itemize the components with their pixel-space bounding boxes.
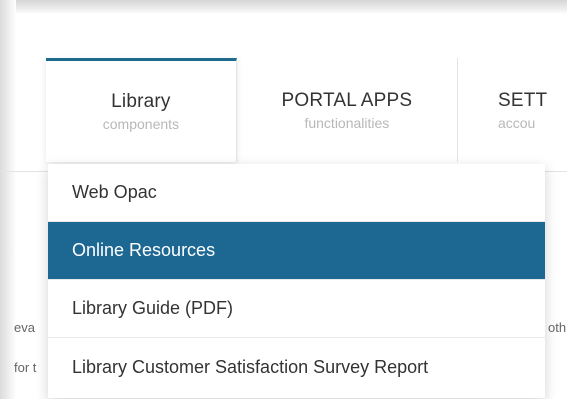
tab-library-title: Library bbox=[111, 91, 171, 112]
tab-portal-apps-subtitle: functionalities bbox=[304, 114, 390, 131]
left-shadow bbox=[0, 0, 16, 399]
library-dropdown-menu: Web Opac Online Resources Library Guide … bbox=[48, 164, 545, 398]
background-text-fragment: eva bbox=[14, 320, 35, 335]
menu-item-online-resources[interactable]: Online Resources bbox=[48, 222, 545, 280]
tab-library[interactable]: Library components bbox=[46, 58, 237, 162]
tab-portal-apps[interactable]: PORTAL APPS functionalities bbox=[237, 58, 458, 162]
tab-settings-title: SETT bbox=[497, 89, 548, 111]
tab-portal-apps-title: PORTAL APPS bbox=[281, 89, 413, 111]
tab-library-subtitle: components bbox=[102, 116, 180, 132]
screen: Library components PORTAL APPS functiona… bbox=[0, 0, 567, 399]
menu-item-library-guide[interactable]: Library Guide (PDF) bbox=[48, 280, 545, 338]
main-navigation: Library components PORTAL APPS functiona… bbox=[46, 58, 567, 162]
menu-item-web-opac[interactable]: Web Opac bbox=[48, 164, 545, 222]
background-text-fragment: for t bbox=[14, 360, 37, 375]
tab-settings-subtitle: accou bbox=[497, 114, 536, 131]
background-text-fragment: oth bbox=[548, 320, 567, 335]
menu-item-satisfaction-survey[interactable]: Library Customer Satisfaction Survey Rep… bbox=[48, 338, 545, 396]
top-shadow bbox=[0, 0, 567, 14]
tab-settings[interactable]: SETT accou bbox=[458, 58, 567, 162]
